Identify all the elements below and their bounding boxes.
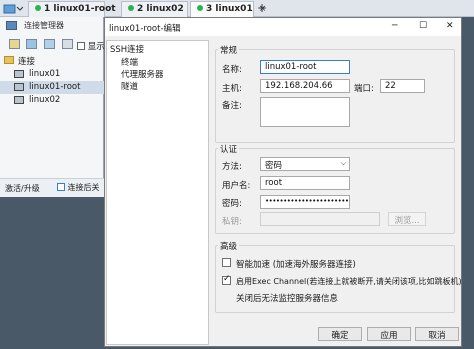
activate-upgrade-tab[interactable]: 激活/升级 bbox=[5, 183, 40, 194]
tab-bar: 1 linux01-root× 2 linux02× 3 linux01× + bbox=[0, 0, 474, 17]
edit-session-dialog: linux01-root-编辑 ─ ☐ ✕ SSH连接 终端 代理服务器 隧道 … bbox=[104, 17, 462, 347]
tab-2[interactable]: 2 linux02× bbox=[121, 1, 197, 17]
tree-root-connections[interactable]: 连接 bbox=[0, 54, 104, 67]
host-input[interactable]: 192.168.204.66 bbox=[260, 79, 350, 93]
tree-item-linux02[interactable]: linux02 bbox=[0, 94, 104, 107]
password-label: 密码: bbox=[222, 199, 242, 209]
host-label: 主机: bbox=[222, 84, 242, 94]
open-folder-button[interactable] bbox=[3, 3, 24, 14]
new-folder-icon[interactable] bbox=[9, 39, 20, 49]
exec-channel-checkbox[interactable] bbox=[222, 274, 231, 285]
advanced-group-label: 高级 bbox=[218, 240, 240, 252]
smart-accel-label: 智能加速 (加速海外服务器连接) bbox=[236, 260, 356, 270]
general-group-label: 常规 bbox=[218, 44, 240, 56]
port-label: 端口: bbox=[354, 84, 374, 94]
private-key-label: 私钥: bbox=[222, 217, 242, 227]
checkbox-icon bbox=[57, 183, 65, 191]
nav-terminal[interactable]: 终端 bbox=[121, 56, 138, 68]
connected-status-icon bbox=[128, 5, 134, 11]
dialog-titlebar: linux01-root-编辑 ─ ☐ ✕ bbox=[105, 18, 461, 36]
tree-item-linux01-root[interactable]: linux01-root bbox=[0, 81, 104, 94]
minimize-icon[interactable]: ─ bbox=[392, 21, 397, 31]
session-manager-title-text: 连接管理器 bbox=[24, 21, 64, 30]
tree-item-linux01[interactable]: linux01 bbox=[0, 68, 104, 81]
cancel-button[interactable]: 取消 bbox=[415, 327, 459, 341]
maximize-icon[interactable]: ☐ bbox=[419, 21, 427, 31]
connected-status-icon bbox=[197, 5, 203, 11]
browse-button[interactable]: 浏览... bbox=[388, 212, 426, 226]
tab-1-label: 1 linux01-root bbox=[44, 4, 116, 14]
session-manager-title: 连接管理器 bbox=[4, 20, 104, 32]
computer-icon bbox=[14, 83, 24, 91]
folder-icon bbox=[3, 4, 24, 14]
port-input[interactable]: 22 bbox=[380, 79, 425, 93]
tree-item-label: linux02 bbox=[29, 95, 61, 105]
settings-nav-tree: SSH连接 终端 代理服务器 隧道 bbox=[106, 40, 209, 345]
tree-item-label: linux01-root bbox=[29, 82, 81, 92]
new-session-icon[interactable] bbox=[26, 39, 37, 49]
name-label: 名称: bbox=[222, 65, 242, 75]
username-input[interactable]: root bbox=[260, 176, 350, 190]
show-checkbox-label: 显示 bbox=[87, 42, 105, 52]
exec-channel-label: 启用Exec Channel(若连接上就被断开,请关闭该项,比如跳板机) bbox=[236, 277, 462, 286]
nav-tunnel[interactable]: 隧道 bbox=[121, 80, 138, 92]
open-session-icon[interactable] bbox=[44, 39, 55, 49]
exec-channel-note: 关闭后无法监控服务器信息 bbox=[236, 294, 339, 304]
name-input[interactable]: linux01-root bbox=[260, 60, 350, 74]
computer-icon bbox=[14, 70, 24, 78]
computer-icon bbox=[14, 96, 24, 104]
show-checkbox[interactable]: 显示 bbox=[77, 40, 105, 52]
close-icon[interactable]: ✕ bbox=[446, 21, 454, 31]
tab-1[interactable]: 1 linux01-root× bbox=[28, 1, 129, 17]
session-manager-icon bbox=[6, 21, 17, 30]
properties-icon[interactable] bbox=[62, 39, 73, 49]
username-label: 用户名: bbox=[222, 181, 251, 191]
folder-icon bbox=[4, 56, 14, 64]
auth-group-label: 认证 bbox=[218, 143, 240, 155]
private-key-input[interactable] bbox=[260, 212, 380, 226]
tree-item-label: linux01 bbox=[29, 69, 61, 79]
connected-status-icon bbox=[35, 5, 41, 11]
tree-root-label: 连接 bbox=[18, 57, 36, 67]
method-select[interactable]: 密码 ⌵ bbox=[260, 157, 350, 171]
tab-3-label: 3 linux01 bbox=[206, 4, 253, 14]
ok-button[interactable]: 确定 bbox=[318, 327, 362, 341]
password-input[interactable]: •••••••••••••••••••••••••••••• bbox=[260, 195, 350, 209]
session-manager-panel: 连接管理器 显示 连接 linux01 linux01-root linux02… bbox=[0, 17, 105, 197]
smart-accel-checkbox[interactable] bbox=[222, 258, 231, 267]
tab-2-label: 2 linux02 bbox=[137, 4, 184, 14]
note-textarea[interactable] bbox=[260, 97, 350, 127]
close-after-connect-checkbox[interactable]: 连接后关 bbox=[57, 182, 100, 193]
method-select-value: 密码 bbox=[265, 161, 283, 171]
close-after-connect-label: 连接后关 bbox=[67, 183, 100, 192]
session-manager-footer: 激活/升级 连接后关 bbox=[0, 178, 104, 197]
nav-proxy-server[interactable]: 代理服务器 bbox=[121, 68, 164, 80]
method-label: 方法: bbox=[222, 162, 242, 172]
add-tab-button[interactable]: + bbox=[257, 1, 267, 15]
apply-button[interactable]: 应用 bbox=[367, 327, 411, 341]
chevron-down-icon: ⌵ bbox=[340, 159, 346, 167]
nav-ssh-connection[interactable]: SSH连接 bbox=[110, 43, 144, 55]
note-label: 备注: bbox=[222, 101, 242, 111]
tab-3[interactable]: 3 linux01 × bbox=[190, 1, 266, 17]
checkbox-icon bbox=[77, 42, 85, 50]
dialog-title: linux01-root-编辑 bbox=[109, 24, 181, 34]
